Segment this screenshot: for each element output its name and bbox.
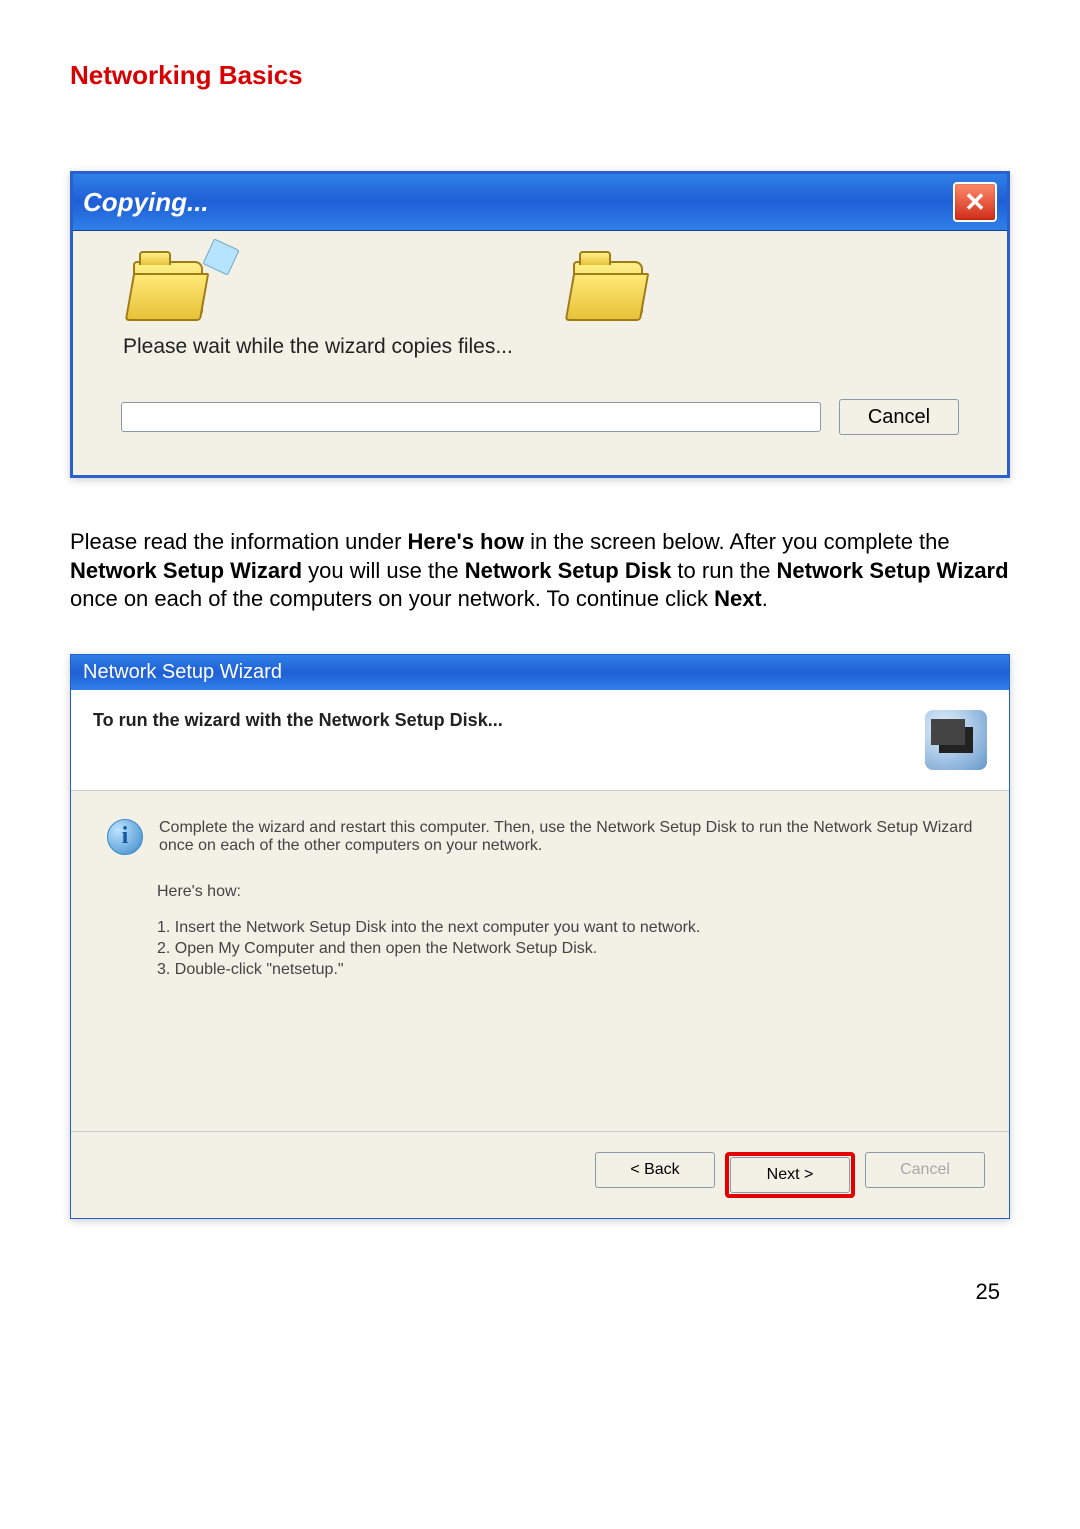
- next-button[interactable]: Next >: [730, 1157, 850, 1193]
- wizard-header-text: To run the wizard with the Network Setup…: [93, 710, 503, 731]
- info-icon: i: [107, 819, 143, 855]
- copying-title-text: Copying...: [83, 187, 209, 218]
- folder-source-icon: [133, 261, 203, 315]
- copying-message: Please wait while the wizard copies file…: [123, 335, 977, 359]
- heres-how-label: Here's how:: [157, 883, 973, 901]
- step-item: 1. Insert the Network Setup Disk into th…: [157, 919, 973, 937]
- next-button-highlight: Next >: [725, 1152, 855, 1198]
- wizard-info-text: Complete the wizard and restart this com…: [159, 819, 973, 855]
- wizard-title-text: Network Setup Wizard: [83, 661, 282, 683]
- step-item: 3. Double-click "netsetup.": [157, 961, 973, 979]
- wizard-dialog: Network Setup Wizard To run the wizard w…: [70, 654, 1010, 1219]
- wizard-titlebar: Network Setup Wizard: [71, 655, 1009, 690]
- section-title: Networking Basics: [70, 60, 1010, 91]
- progress-bar: [121, 402, 821, 432]
- back-button[interactable]: < Back: [595, 1152, 715, 1188]
- close-icon[interactable]: ✕: [953, 182, 997, 222]
- wizard-header: To run the wizard with the Network Setup…: [71, 690, 1009, 791]
- page-number: 25: [70, 1279, 1010, 1305]
- copying-dialog: Copying... ✕ Please wait while the wizar…: [70, 171, 1010, 478]
- step-list: 1. Insert the Network Setup Disk into th…: [157, 919, 973, 979]
- step-item: 2. Open My Computer and then open the Ne…: [157, 940, 973, 958]
- flying-page-icon: [202, 238, 239, 275]
- wizard-body: i Complete the wizard and restart this c…: [71, 791, 1009, 1131]
- wizard-footer: < Back Next > Cancel: [71, 1131, 1009, 1218]
- instruction-paragraph: Please read the information under Here's…: [70, 528, 1010, 614]
- computers-icon: [925, 710, 987, 770]
- copying-body: Please wait while the wizard copies file…: [73, 231, 1007, 475]
- wizard-cancel-button: Cancel: [865, 1152, 985, 1188]
- copy-animation: [103, 261, 977, 315]
- cancel-button[interactable]: Cancel: [839, 399, 959, 435]
- copying-titlebar: Copying... ✕: [73, 174, 1007, 231]
- folder-dest-icon: [573, 261, 643, 315]
